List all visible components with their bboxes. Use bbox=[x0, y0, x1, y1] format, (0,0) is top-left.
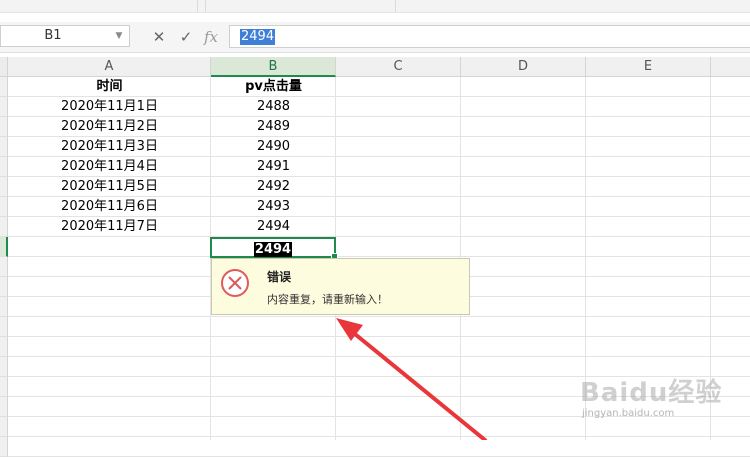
toolbar-strip bbox=[0, 0, 750, 13]
name-box-value: B1 bbox=[44, 28, 62, 43]
table-cell-date[interactable]: 2020年11月7日 bbox=[8, 217, 211, 237]
row-header[interactable] bbox=[0, 77, 8, 97]
grid-row-line bbox=[8, 356, 750, 357]
table-cell-pv[interactable]: 2488 bbox=[211, 97, 336, 117]
row-header[interactable] bbox=[0, 257, 8, 277]
table-cell-pv[interactable]: 2493 bbox=[211, 197, 336, 217]
table-cell-date[interactable]: 2020年11月2日 bbox=[8, 117, 211, 137]
row-header[interactable] bbox=[0, 137, 8, 157]
grid-row-line bbox=[8, 256, 750, 257]
toolbar-divider bbox=[197, 0, 198, 12]
column-header-a[interactable]: A bbox=[8, 57, 211, 77]
row-header[interactable] bbox=[0, 317, 8, 337]
active-cell-value: 2494 bbox=[253, 242, 293, 257]
baidu-watermark: Baidu经验 jingyan.baidu.com bbox=[580, 372, 730, 430]
table-cell-date[interactable]: 2020年11月3日 bbox=[8, 137, 211, 157]
row-header[interactable] bbox=[0, 417, 8, 437]
watermark-brand: Baidu经验 bbox=[580, 378, 723, 408]
grid-row-line bbox=[8, 316, 750, 317]
row-header[interactable] bbox=[0, 177, 8, 197]
column-header-b[interactable]: B bbox=[211, 57, 336, 77]
error-message: 内容重复，请重新输入！ bbox=[267, 293, 388, 306]
error-x-icon bbox=[221, 269, 249, 297]
row-header[interactable] bbox=[0, 377, 8, 397]
row-header[interactable] bbox=[0, 197, 8, 217]
column-header-f[interactable] bbox=[711, 57, 750, 77]
row-header[interactable] bbox=[0, 397, 8, 417]
row-header[interactable] bbox=[0, 437, 8, 457]
error-title: 错误 bbox=[267, 270, 292, 284]
row-header[interactable] bbox=[0, 297, 8, 317]
cancel-icon[interactable]: ✕ bbox=[149, 26, 169, 48]
formula-bar: B1 ▼ ✕ ✓ fx 2494 bbox=[0, 22, 750, 53]
grid-row-line bbox=[8, 336, 750, 337]
table-cell-date[interactable]: 2020年11月6日 bbox=[8, 197, 211, 217]
row-header[interactable] bbox=[0, 97, 8, 117]
formula-input-value: 2494 bbox=[240, 29, 276, 45]
row-header[interactable] bbox=[0, 337, 8, 357]
row-header[interactable] bbox=[0, 217, 8, 237]
table-cell-pv[interactable]: 2489 bbox=[211, 117, 336, 137]
table-header-time: 时间 bbox=[96, 79, 123, 94]
validation-error-tooltip: 错误 内容重复，请重新输入！ bbox=[211, 258, 470, 315]
row-header[interactable] bbox=[0, 117, 8, 137]
table-cell-pv[interactable]: 2490 bbox=[211, 137, 336, 157]
formula-input[interactable]: 2494 bbox=[229, 25, 750, 48]
toolbar-divider bbox=[395, 0, 396, 12]
function-icon[interactable]: fx bbox=[201, 26, 221, 48]
table-cell-date[interactable]: 2020年11月1日 bbox=[8, 97, 211, 117]
toolbar-divider bbox=[205, 0, 206, 12]
table-cell-pv[interactable]: 2494 bbox=[211, 217, 336, 237]
active-cell[interactable]: 2494 bbox=[210, 237, 338, 260]
row-header[interactable] bbox=[0, 357, 8, 377]
grid-row-line bbox=[8, 436, 750, 437]
table-cell-date[interactable]: 2020年11月5日 bbox=[8, 177, 211, 197]
chevron-down-icon[interactable]: ▼ bbox=[113, 26, 125, 46]
column-header-d[interactable]: D bbox=[461, 57, 586, 77]
row-header[interactable] bbox=[0, 277, 8, 297]
column-header-e[interactable]: E bbox=[586, 57, 711, 77]
table-header-pv: pv点击量 bbox=[245, 79, 302, 94]
confirm-icon[interactable]: ✓ bbox=[176, 26, 196, 48]
column-header-c[interactable]: C bbox=[336, 57, 461, 77]
table-cell-pv[interactable]: 2492 bbox=[211, 177, 336, 197]
row-header[interactable] bbox=[0, 157, 8, 177]
table-cell-date[interactable]: 2020年11月4日 bbox=[8, 157, 211, 177]
watermark-url: jingyan.baidu.com bbox=[582, 408, 675, 419]
row-header[interactable] bbox=[0, 237, 8, 257]
name-box[interactable]: B1 ▼ bbox=[0, 25, 130, 47]
select-all-corner[interactable] bbox=[0, 57, 8, 77]
table-cell-pv[interactable]: 2491 bbox=[211, 157, 336, 177]
